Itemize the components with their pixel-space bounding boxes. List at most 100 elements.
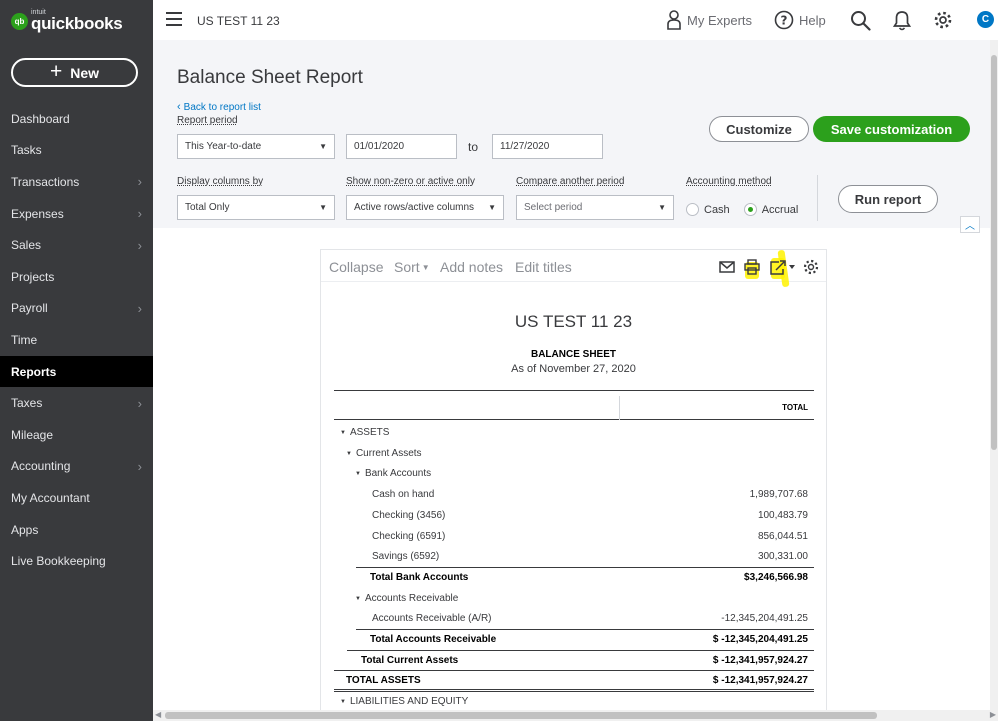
report-period-label: Report period <box>177 115 238 126</box>
user-avatar[interactable]: C <box>977 11 994 28</box>
my-experts-label: My Experts <box>687 12 753 28</box>
table-row[interactable]: ▼ Accounts Receivable <box>334 588 814 609</box>
report-card: Collapse Sort ▼ Add notes Edit titles US … <box>320 249 827 721</box>
print-icon[interactable] <box>743 259 761 275</box>
sidebar-item-time[interactable]: Time <box>0 324 153 356</box>
sidebar-item-live-bookkeeping[interactable]: Live Bookkeeping <box>0 545 153 577</box>
customize-button[interactable]: Customize <box>709 116 809 142</box>
sidebar-item-sales[interactable]: Sales › <box>0 229 153 261</box>
display-columns-select[interactable]: Total Only ▼ <box>177 195 335 220</box>
quickbooks-logo[interactable]: qb intuit quickbooks <box>11 9 123 33</box>
caret-down-icon[interactable]: ▼ <box>340 430 346 436</box>
sidebar-item-label: Tasks <box>11 143 42 158</box>
table-row[interactable]: ▼ Current Assets <box>334 443 814 464</box>
help-icon: ? <box>774 10 794 30</box>
row-label: Checking (3456) <box>372 509 446 521</box>
sidebar-item-apps[interactable]: Apps <box>0 514 153 546</box>
row-label: Current Assets <box>355 447 422 459</box>
report-period-select[interactable]: This Year-to-date ▼ <box>177 134 335 159</box>
sidebar-item-payroll[interactable]: Payroll › <box>0 293 153 325</box>
row-value: 1,989,707.68 <box>749 489 808 501</box>
sidebar-item-reports[interactable]: Reports <box>0 355 153 388</box>
date-to-field[interactable]: 11/27/2020 <box>492 134 603 159</box>
sidebar-item-tasks[interactable]: Tasks <box>0 135 153 167</box>
back-link-label: Back to report list <box>183 102 261 113</box>
caret-down-icon[interactable]: ▼ <box>355 596 361 602</box>
my-experts-button[interactable]: My Experts <box>666 10 752 30</box>
back-to-report-list-link[interactable]: ‹ Back to report list <box>177 101 261 113</box>
plus-icon: + <box>49 60 63 83</box>
sidebar-item-expenses[interactable]: Expenses › <box>0 198 153 230</box>
report-company-name: US TEST 11 23 <box>514 312 633 331</box>
chevron-up-icon[interactable]: ︿ <box>960 216 980 233</box>
search-icon[interactable] <box>850 10 871 31</box>
compare-period-select[interactable]: Select period ▼ <box>516 195 674 220</box>
sidebar-item-label: Time <box>11 332 38 347</box>
row-label: Total Accounts Receivable <box>370 634 497 645</box>
top-bar: US TEST 11 23 <box>153 0 998 40</box>
page-title: Balance Sheet Report <box>177 67 363 88</box>
help-button[interactable]: ? Help <box>774 10 826 30</box>
scroll-left-icon[interactable]: ◀ <box>155 710 161 719</box>
table-row[interactable]: ▼ Bank Accounts <box>334 463 814 484</box>
date-from-field[interactable]: 01/01/2020 <box>346 134 457 159</box>
sidebar-item-taxes[interactable]: Taxes › <box>0 387 153 419</box>
caret-down-icon[interactable]: ▼ <box>340 699 346 705</box>
sidebar: qb intuit quickbooks + New Dashboard Task… <box>0 0 153 721</box>
row-label: Accounts Receivable (A/R) <box>372 613 492 625</box>
sidebar-item-label: Payroll <box>11 301 48 316</box>
table-row: Savings (6592) 300,331.00 <box>334 546 814 567</box>
gear-icon[interactable] <box>933 10 953 30</box>
table-row[interactable]: ▼ ASSETS <box>334 422 814 443</box>
sidebar-item-my-accountant[interactable]: My Accountant <box>0 482 153 514</box>
chevron-right-icon: › <box>137 300 142 316</box>
vertical-scrollbar[interactable] <box>990 40 998 710</box>
caret-down-icon: ▼ <box>488 203 496 212</box>
sidebar-item-label: Accounting <box>11 459 71 474</box>
sidebar-item-label: My Accountant <box>11 490 90 505</box>
run-report-button[interactable]: Run report <box>838 185 938 213</box>
settings-icon[interactable] <box>802 259 820 275</box>
accrual-radio-label: Accrual <box>761 203 799 216</box>
report-title: BALANCE SHEET <box>530 349 616 360</box>
export-icon[interactable] <box>769 259 797 275</box>
new-button[interactable]: + New <box>11 58 138 87</box>
sidebar-item-dashboard[interactable]: Dashboard <box>0 103 153 135</box>
sidebar-item-label: Expenses <box>11 206 64 221</box>
table-row[interactable]: ▼ LIABILITIES AND EQUITY <box>334 691 814 712</box>
total-column-header: TOTAL <box>782 403 808 412</box>
qb-logo-icon: qb <box>11 12 28 30</box>
email-icon[interactable] <box>718 259 736 275</box>
brand-name: quickbooks <box>31 14 123 33</box>
edit-titles-link[interactable]: Edit titles <box>515 259 572 275</box>
caret-down-icon: ▼ <box>421 263 430 272</box>
sidebar-item-projects[interactable]: Projects <box>0 261 153 293</box>
sort-link[interactable]: Sort ▼ <box>394 259 430 275</box>
chevron-right-icon: › <box>137 206 142 222</box>
to-label: to <box>468 140 479 154</box>
scroll-right-icon[interactable]: ▶ <box>990 710 996 719</box>
show-nonzero-select[interactable]: Active rows/active columns ▼ <box>346 195 504 220</box>
caret-down-icon[interactable]: ▼ <box>355 471 361 477</box>
sidebar-item-mileage[interactable]: Mileage <box>0 419 153 451</box>
row-label: TOTAL ASSETS <box>346 675 421 687</box>
save-customization-button[interactable]: Save customization <box>813 116 970 142</box>
sidebar-item-label: Projects <box>11 269 55 284</box>
caret-down-icon[interactable]: ▼ <box>346 451 352 457</box>
sort-label: Sort <box>394 259 420 275</box>
row-value: 100,483.79 <box>757 509 808 521</box>
sidebar-nav: Dashboard Tasks Transactions › Expenses › Sale… <box>0 103 153 577</box>
chevron-left-icon: ‹ <box>177 101 181 113</box>
horizontal-scrollbar[interactable]: ◀ ▶ <box>153 710 998 721</box>
bell-icon[interactable] <box>893 10 911 31</box>
cash-radio[interactable] <box>686 203 699 216</box>
collapse-link[interactable]: Collapse <box>329 259 383 275</box>
sidebar-item-transactions[interactable]: Transactions › <box>0 166 153 198</box>
accounting-method-radios: Cash Accrual <box>686 203 798 216</box>
sidebar-item-accounting[interactable]: Accounting › <box>0 451 153 483</box>
hamburger-icon[interactable] <box>166 12 182 26</box>
accrual-radio[interactable] <box>743 203 757 216</box>
cash-radio-label: Cash <box>704 203 730 216</box>
add-notes-link[interactable]: Add notes <box>440 259 503 275</box>
table-row: Accounts Receivable (A/R) -12,345,204,491… <box>334 608 814 629</box>
